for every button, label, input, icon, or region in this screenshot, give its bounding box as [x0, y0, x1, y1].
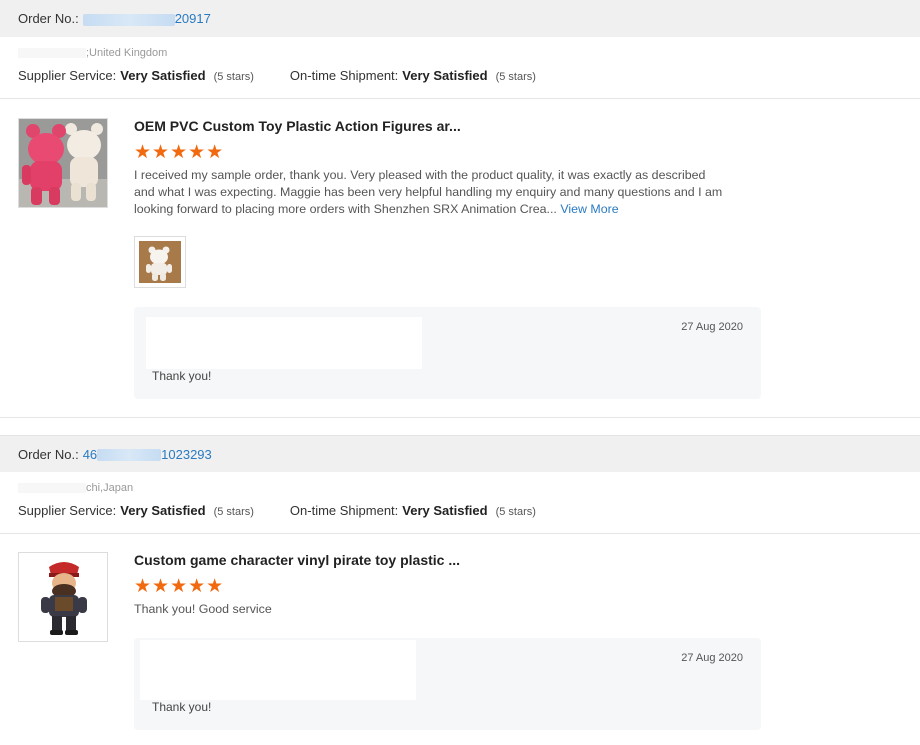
- redacted-order-digits: [82, 13, 175, 26]
- supplier-ratings: Supplier Service: Very Satisfied (5 star…: [18, 503, 536, 518]
- buyer-info: ;United Kingdom Supplier Service: Very S…: [0, 37, 920, 98]
- shipment-value: Very Satisfied: [402, 503, 488, 518]
- order-header: Order No.: 20917: [0, 0, 920, 37]
- supplier-service-rating: Supplier Service: Very Satisfied (5 star…: [18, 68, 254, 83]
- reply-text: Thank you!: [152, 369, 212, 383]
- supplier-service-stars: (5 stars): [213, 71, 254, 83]
- review-star-rating: ★★★★★: [134, 576, 225, 597]
- review: OEM PVC Custom Toy Plastic Action Figure…: [0, 99, 920, 417]
- order-number-suffix: 20917: [174, 11, 211, 26]
- redacted-reply-header: [146, 317, 422, 369]
- supplier-service-stars: (5 stars): [213, 506, 254, 518]
- product-title[interactable]: OEM PVC Custom Toy Plastic Action Figure…: [134, 118, 461, 134]
- buyer-location: chi,Japan: [18, 482, 133, 494]
- order-header: Order No.: 46 1023293: [0, 435, 920, 472]
- redacted-buyer-name: [18, 48, 86, 59]
- order-number-label: Order No.:: [18, 446, 79, 462]
- shipment-stars: (5 stars): [495, 71, 536, 83]
- order-number-label: Order No.:: [18, 11, 79, 26]
- reply-date: 27 Aug 2020: [681, 321, 743, 333]
- buyer-location: ;United Kingdom: [18, 47, 167, 59]
- shipment-stars: (5 stars): [495, 506, 536, 518]
- redacted-order-digits: [97, 449, 162, 462]
- review: Custom game character vinyl pirate toy p…: [0, 534, 920, 744]
- supplier-service-value: Very Satisfied: [120, 68, 206, 83]
- order-card: Order No.: 20917 ;United Kingdom Supplie…: [0, 0, 920, 417]
- shipment-rating: On-time Shipment: Very Satisfied (5 star…: [290, 503, 536, 518]
- review-attachment-thumbnail[interactable]: [134, 236, 186, 288]
- supplier-service-value: Very Satisfied: [120, 503, 206, 518]
- supplier-ratings: Supplier Service: Very Satisfied (5 star…: [18, 68, 536, 83]
- pirate-figure-image: [19, 553, 107, 641]
- review-text-body: I received my sample order, thank you. V…: [134, 168, 723, 216]
- section-separator: [0, 417, 920, 435]
- order-card: Order No.: 46 1023293 chi,Japan Supplier …: [0, 435, 920, 745]
- shipment-label: On-time Shipment:: [289, 503, 399, 518]
- product-thumbnail[interactable]: [18, 552, 108, 642]
- reply-text: Thank you!: [152, 700, 212, 714]
- order-number-link[interactable]: 46 1023293: [83, 447, 212, 462]
- review-text: I received my sample order, thank you. V…: [134, 167, 726, 218]
- supplier-reply: 27 Aug 2020 Thank you!: [134, 307, 761, 399]
- order-number-prefix: 46: [82, 446, 98, 462]
- review-text: Thank you! Good service: [134, 601, 726, 618]
- shipment-rating: On-time Shipment: Very Satisfied (5 star…: [290, 68, 536, 83]
- supplier-service-label: Supplier Service:: [18, 68, 117, 83]
- product-thumbnail[interactable]: [18, 118, 108, 208]
- supplier-service-rating: Supplier Service: Very Satisfied (5 star…: [18, 503, 254, 518]
- supplier-service-label: Supplier Service:: [18, 503, 117, 518]
- redacted-reply-header: [140, 640, 416, 700]
- product-title[interactable]: Custom game character vinyl pirate toy p…: [134, 552, 460, 568]
- buyer-location-text: chi,Japan: [86, 482, 134, 494]
- review-text-body: Thank you! Good service: [134, 602, 272, 616]
- review-star-rating: ★★★★★: [134, 142, 225, 163]
- order-number-link[interactable]: 20917: [82, 11, 211, 26]
- shipment-label: On-time Shipment:: [289, 68, 399, 83]
- reply-date: 27 Aug 2020: [681, 652, 743, 664]
- supplier-reply: 27 Aug 2020 Thank you!: [134, 638, 761, 730]
- order-number-suffix: 1023293: [161, 446, 212, 462]
- pink-bear-figures-image: [19, 119, 107, 207]
- buyer-location-text: ;United Kingdom: [86, 47, 168, 59]
- redacted-buyer-name: [18, 483, 86, 494]
- view-more-link[interactable]: View More: [560, 202, 618, 216]
- white-bear-image: [139, 241, 181, 283]
- buyer-info: chi,Japan Supplier Service: Very Satisfi…: [0, 472, 920, 533]
- shipment-value: Very Satisfied: [402, 68, 488, 83]
